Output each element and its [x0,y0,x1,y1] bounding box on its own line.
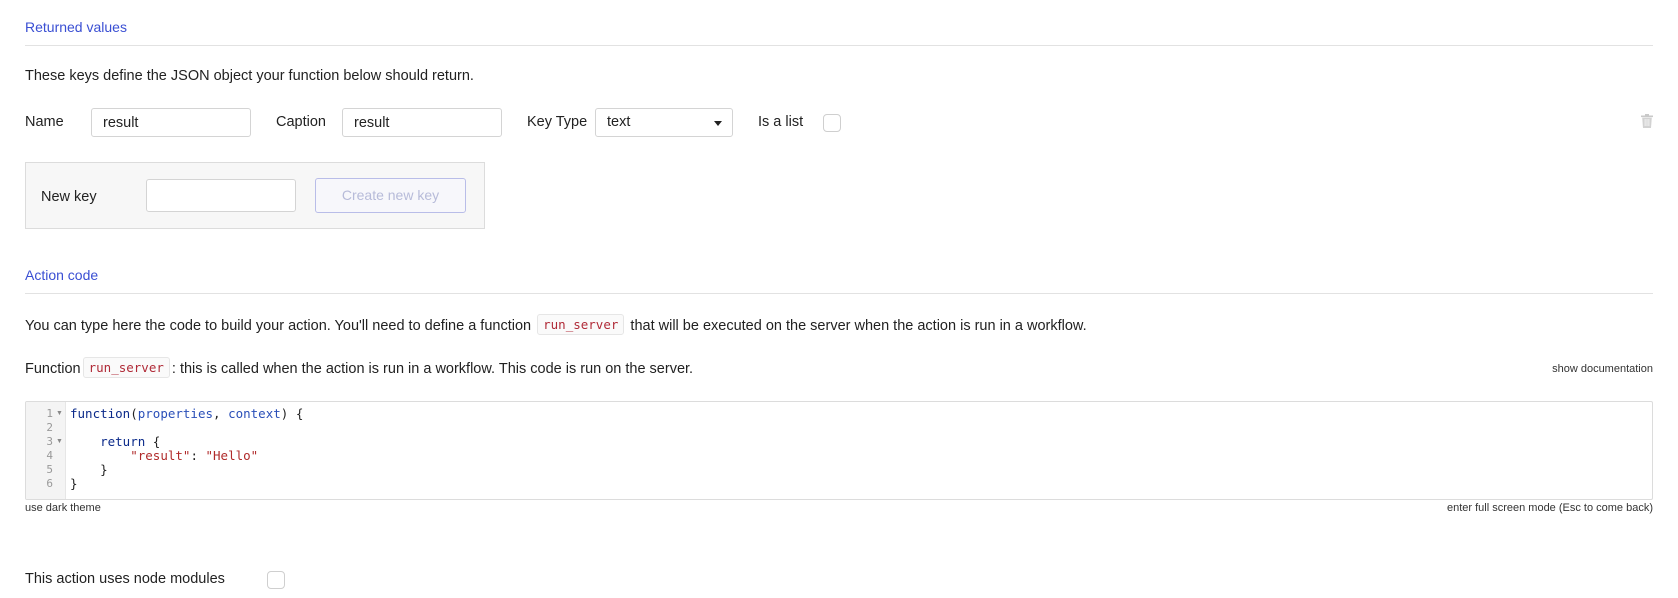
code-line: return { [100,434,161,449]
name-label: Name [25,114,64,130]
line-number: 3 [46,435,53,448]
returned-values-title: Returned values [25,19,127,35]
trash-icon[interactable] [1641,114,1653,128]
function-description: Function run_server: this is called when … [25,357,693,378]
line-number: 6 [46,477,53,490]
function-description-text: : this is called when the action is run … [171,361,694,377]
caption-label: Caption [276,114,326,130]
fold-arrow-icon[interactable]: ▼ [56,407,63,421]
run-server-code: run_server [537,314,625,335]
name-input[interactable] [91,108,251,137]
run-server-code: run_server [82,357,170,378]
line-number: 5 [46,463,53,476]
action-code-title: Action code [25,267,99,283]
code-line: } [70,462,108,477]
description-text-before: You can type here the code to build your… [25,318,532,334]
node-modules-label: This action uses node modules [25,571,225,587]
line-number: 4 [46,449,53,462]
new-key-label: New key [41,189,97,205]
node-modules-checkbox[interactable] [267,571,285,589]
description-text-after: that will be executed on the server when… [630,318,1087,334]
chevron-down-icon [714,121,722,126]
action-code-description: You can type here the code to build your… [25,314,1087,335]
code-line: "result": "Hello" [130,448,259,463]
is-list-label: Is a list [758,114,804,130]
editor-gutter: 1 ▼ 2 3 ▼ 4 5 6 [26,402,66,499]
key-type-select[interactable]: text [595,108,733,137]
line-number: 2 [46,421,53,434]
section-divider [25,45,1653,46]
line-number: 1 [46,407,53,420]
section-divider [25,293,1653,294]
is-list-checkbox[interactable] [823,114,841,132]
new-key-input[interactable] [146,179,296,212]
use-dark-theme-link[interactable]: use dark theme [25,502,101,514]
show-documentation-link[interactable]: show documentation [1552,363,1653,375]
create-new-key-button[interactable]: Create new key [315,178,466,213]
caption-input[interactable] [342,108,502,137]
code-line: function(properties, context) { [70,406,304,421]
returned-values-description: These keys define the JSON object your f… [25,68,474,84]
key-type-value: text [607,114,631,130]
fold-arrow-icon[interactable]: ▼ [56,435,63,449]
function-label: Function [25,361,81,377]
key-type-label: Key Type [527,114,588,130]
code-line: } [70,476,78,491]
fullscreen-mode-link[interactable]: enter full screen mode (Esc to come back… [1447,502,1653,514]
code-editor[interactable]: 1 ▼ 2 3 ▼ 4 5 6 function(properties, con… [25,401,1653,500]
